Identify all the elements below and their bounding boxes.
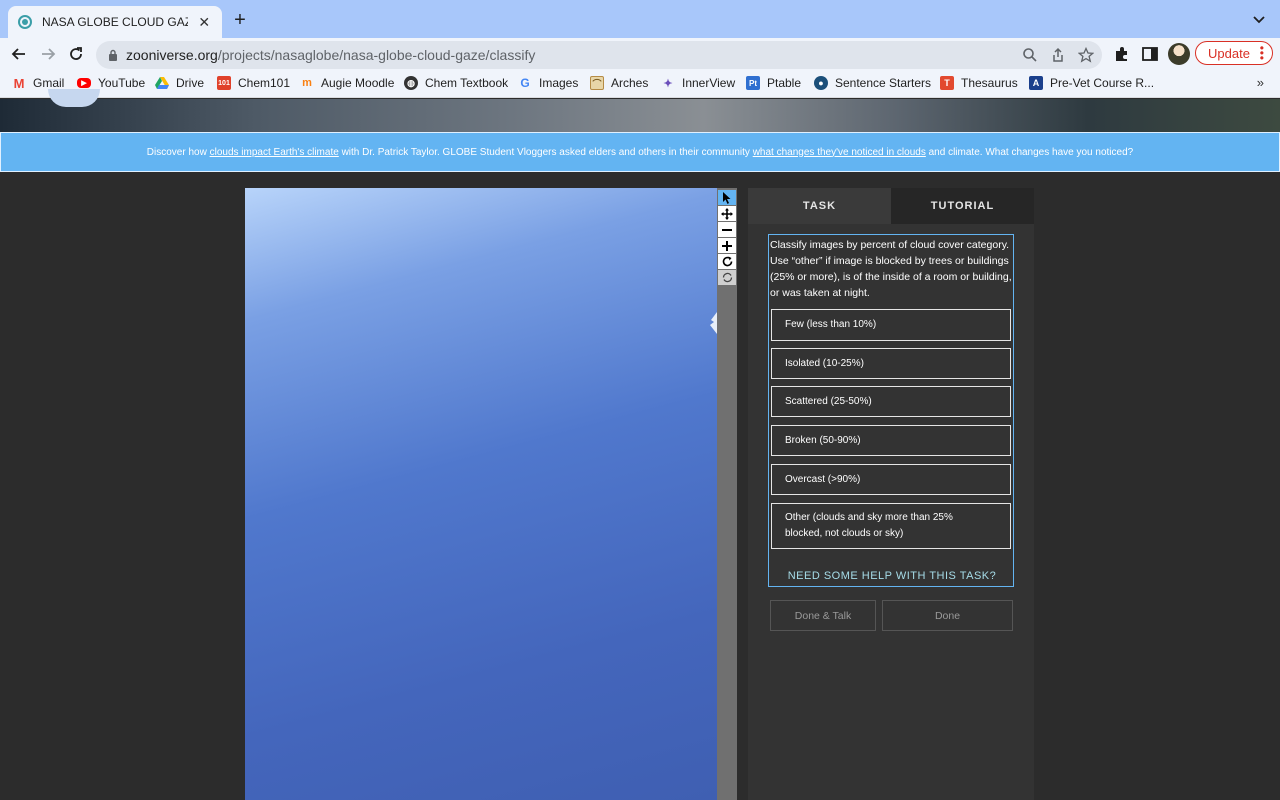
bookmark-sentence-starters[interactable]: ● Sentence Starters (814, 76, 931, 90)
arches-icon: ⌒ (590, 76, 604, 90)
answer-overcast[interactable]: Overcast (>90%) (771, 464, 1011, 495)
done-button[interactable]: Done (882, 600, 1013, 631)
bookmark-label: Pre-Vet Course R... (1050, 76, 1155, 90)
drive-icon (155, 76, 169, 90)
sentence-icon: ● (814, 76, 828, 90)
done-and-talk-button[interactable]: Done & Talk (770, 600, 876, 631)
bookmark-chem101[interactable]: 101 Chem101 (217, 76, 290, 90)
pointer-icon[interactable] (718, 190, 736, 205)
bookmark-label: Sentence Starters (835, 76, 932, 90)
reload-icon[interactable] (66, 44, 86, 64)
answer-other[interactable]: Other (clouds and sky more than 25% bloc… (771, 503, 1011, 549)
bookmark-label: Thesaurus (961, 76, 1018, 90)
clouds-climate-link[interactable]: clouds impact Earth's climate (210, 147, 339, 158)
forward-icon[interactable] (38, 44, 58, 64)
profile-avatar[interactable] (1168, 43, 1190, 65)
lock-icon (109, 49, 117, 61)
task-help-link[interactable]: NEED SOME HELP WITH THIS TASK? (769, 570, 1015, 582)
bookmark-pre-vet[interactable]: A Pre-Vet Course R... (1029, 76, 1154, 90)
bookmark-label: Ptable (767, 76, 802, 90)
bookmark-images[interactable]: G Images (518, 76, 578, 90)
gmail-icon: M (13, 75, 25, 91)
tab-title: NASA GLOBE CLOUD GAZE » Cl (42, 15, 189, 29)
announcement-text: Discover how (146, 146, 207, 158)
bookmark-star-icon[interactable] (1078, 47, 1094, 63)
bookmark-chem-textbook[interactable]: ◍ Chem Textbook (404, 76, 508, 90)
bookmark-youtube[interactable]: ▶ YouTube (77, 76, 145, 90)
tab-task[interactable]: TASK (748, 188, 891, 224)
browser-tab[interactable]: NASA GLOBE CLOUD GAZE » Cl ✕ (8, 6, 222, 38)
announcement-text: and climate. What changes have you notic… (928, 146, 1134, 158)
bookmark-label: Chem101 (238, 76, 291, 90)
bookmarks-bar: M Gmail ▶ YouTube Drive 101 Chem101 m Augie … (0, 70, 1280, 98)
answer-isolated[interactable]: Isolated (10-25%) (771, 348, 1011, 379)
changes-noticed-link[interactable]: what changes they've noticed in clouds (753, 147, 926, 158)
task-instruction: Classify images by percent of cloud cove… (770, 239, 1012, 299)
address-bar[interactable]: zooniverse.org/projects/nasaglobe/nasa-g… (96, 41, 1102, 69)
move-icon[interactable] (718, 206, 736, 221)
globe-icon: ◍ (404, 76, 418, 90)
image-toolbar (717, 188, 737, 800)
bookmark-arches[interactable]: ⌒ Arches (590, 76, 648, 90)
augustana-icon: A (1029, 76, 1043, 90)
bookmark-ptable[interactable]: Pt Ptable (746, 76, 801, 90)
bookmark-innerview[interactable]: ✦ InnerView (661, 76, 735, 90)
update-button[interactable]: Update • • • (1195, 41, 1273, 65)
chevron-down-icon[interactable] (1252, 12, 1266, 26)
browser-tab-strip: NASA GLOBE CLOUD GAZE » Cl ✕ + (0, 0, 1280, 38)
back-icon[interactable] (9, 44, 29, 64)
innerview-icon: ✦ (663, 77, 673, 90)
share-icon[interactable] (1050, 47, 1066, 63)
bookmark-label: Images (539, 76, 579, 90)
chem101-icon: 101 (217, 76, 231, 90)
answer-few[interactable]: Few (less than 10%) (771, 309, 1011, 341)
bookmark-label: InnerView (682, 76, 736, 90)
thesaurus-icon: T (940, 76, 954, 90)
bookmark-augie-moodle[interactable]: m Augie Moodle (300, 76, 394, 90)
more-bookmarks-icon[interactable]: » (1257, 75, 1264, 90)
task-panel: TASK TUTORIAL Classify images by percent… (748, 188, 1034, 800)
menu-dots-icon: • • • (1259, 41, 1264, 65)
subject-sky-image[interactable] (245, 188, 717, 800)
moodle-icon: m (302, 77, 312, 89)
bookmark-label: Drive (176, 76, 205, 90)
bookmark-label: Arches (611, 76, 649, 90)
project-logo[interactable] (48, 89, 100, 107)
bookmark-label: Gmail (33, 76, 65, 90)
bookmark-drive[interactable]: Drive (155, 76, 204, 90)
browser-toolbar: zooniverse.org/projects/nasaglobe/nasa-g… (0, 38, 1280, 70)
announcement-banner: Discover how clouds impact Earth's clima… (0, 132, 1280, 172)
bookmark-thesaurus[interactable]: T Thesaurus (940, 76, 1018, 90)
bookmark-label: Augie Moodle (321, 76, 395, 90)
zoom-out-icon[interactable] (718, 222, 736, 237)
zoom-icon[interactable] (1022, 47, 1038, 63)
update-label: Update (1208, 45, 1250, 61)
google-icon: G (520, 76, 530, 90)
url-text: zooniverse.org/projects/nasaglobe/nasa-g… (126, 47, 536, 63)
zoom-in-icon[interactable] (718, 238, 736, 253)
zooniverse-favicon-icon (18, 15, 32, 29)
close-tab-icon[interactable]: ✕ (196, 14, 212, 31)
announcement-text: with Dr. Patrick Taylor. GLOBE Student V… (341, 146, 750, 158)
answer-broken[interactable]: Broken (50-90%) (771, 425, 1011, 456)
rotate-icon[interactable] (718, 254, 736, 269)
task-tabs: TASK TUTORIAL (748, 188, 1034, 224)
answer-scattered[interactable]: Scattered (25-50%) (771, 386, 1011, 417)
extensions-puzzle-icon[interactable] (1113, 45, 1131, 63)
ptable-icon: Pt (746, 76, 760, 90)
side-panel-icon[interactable] (1141, 45, 1159, 63)
project-hero-banner (0, 89, 1280, 132)
bookmark-label: Chem Textbook (425, 76, 509, 90)
bookmark-label: YouTube (98, 76, 146, 90)
image-artifact (710, 312, 717, 334)
new-tab-icon[interactable]: + (230, 10, 250, 30)
youtube-icon: ▶ (77, 78, 91, 88)
task-question-box: Classify images by percent of cloud cove… (768, 234, 1014, 587)
tab-tutorial[interactable]: TUTORIAL (891, 188, 1034, 224)
reset-icon[interactable] (718, 270, 736, 285)
bookmark-gmail[interactable]: M Gmail (12, 75, 65, 91)
